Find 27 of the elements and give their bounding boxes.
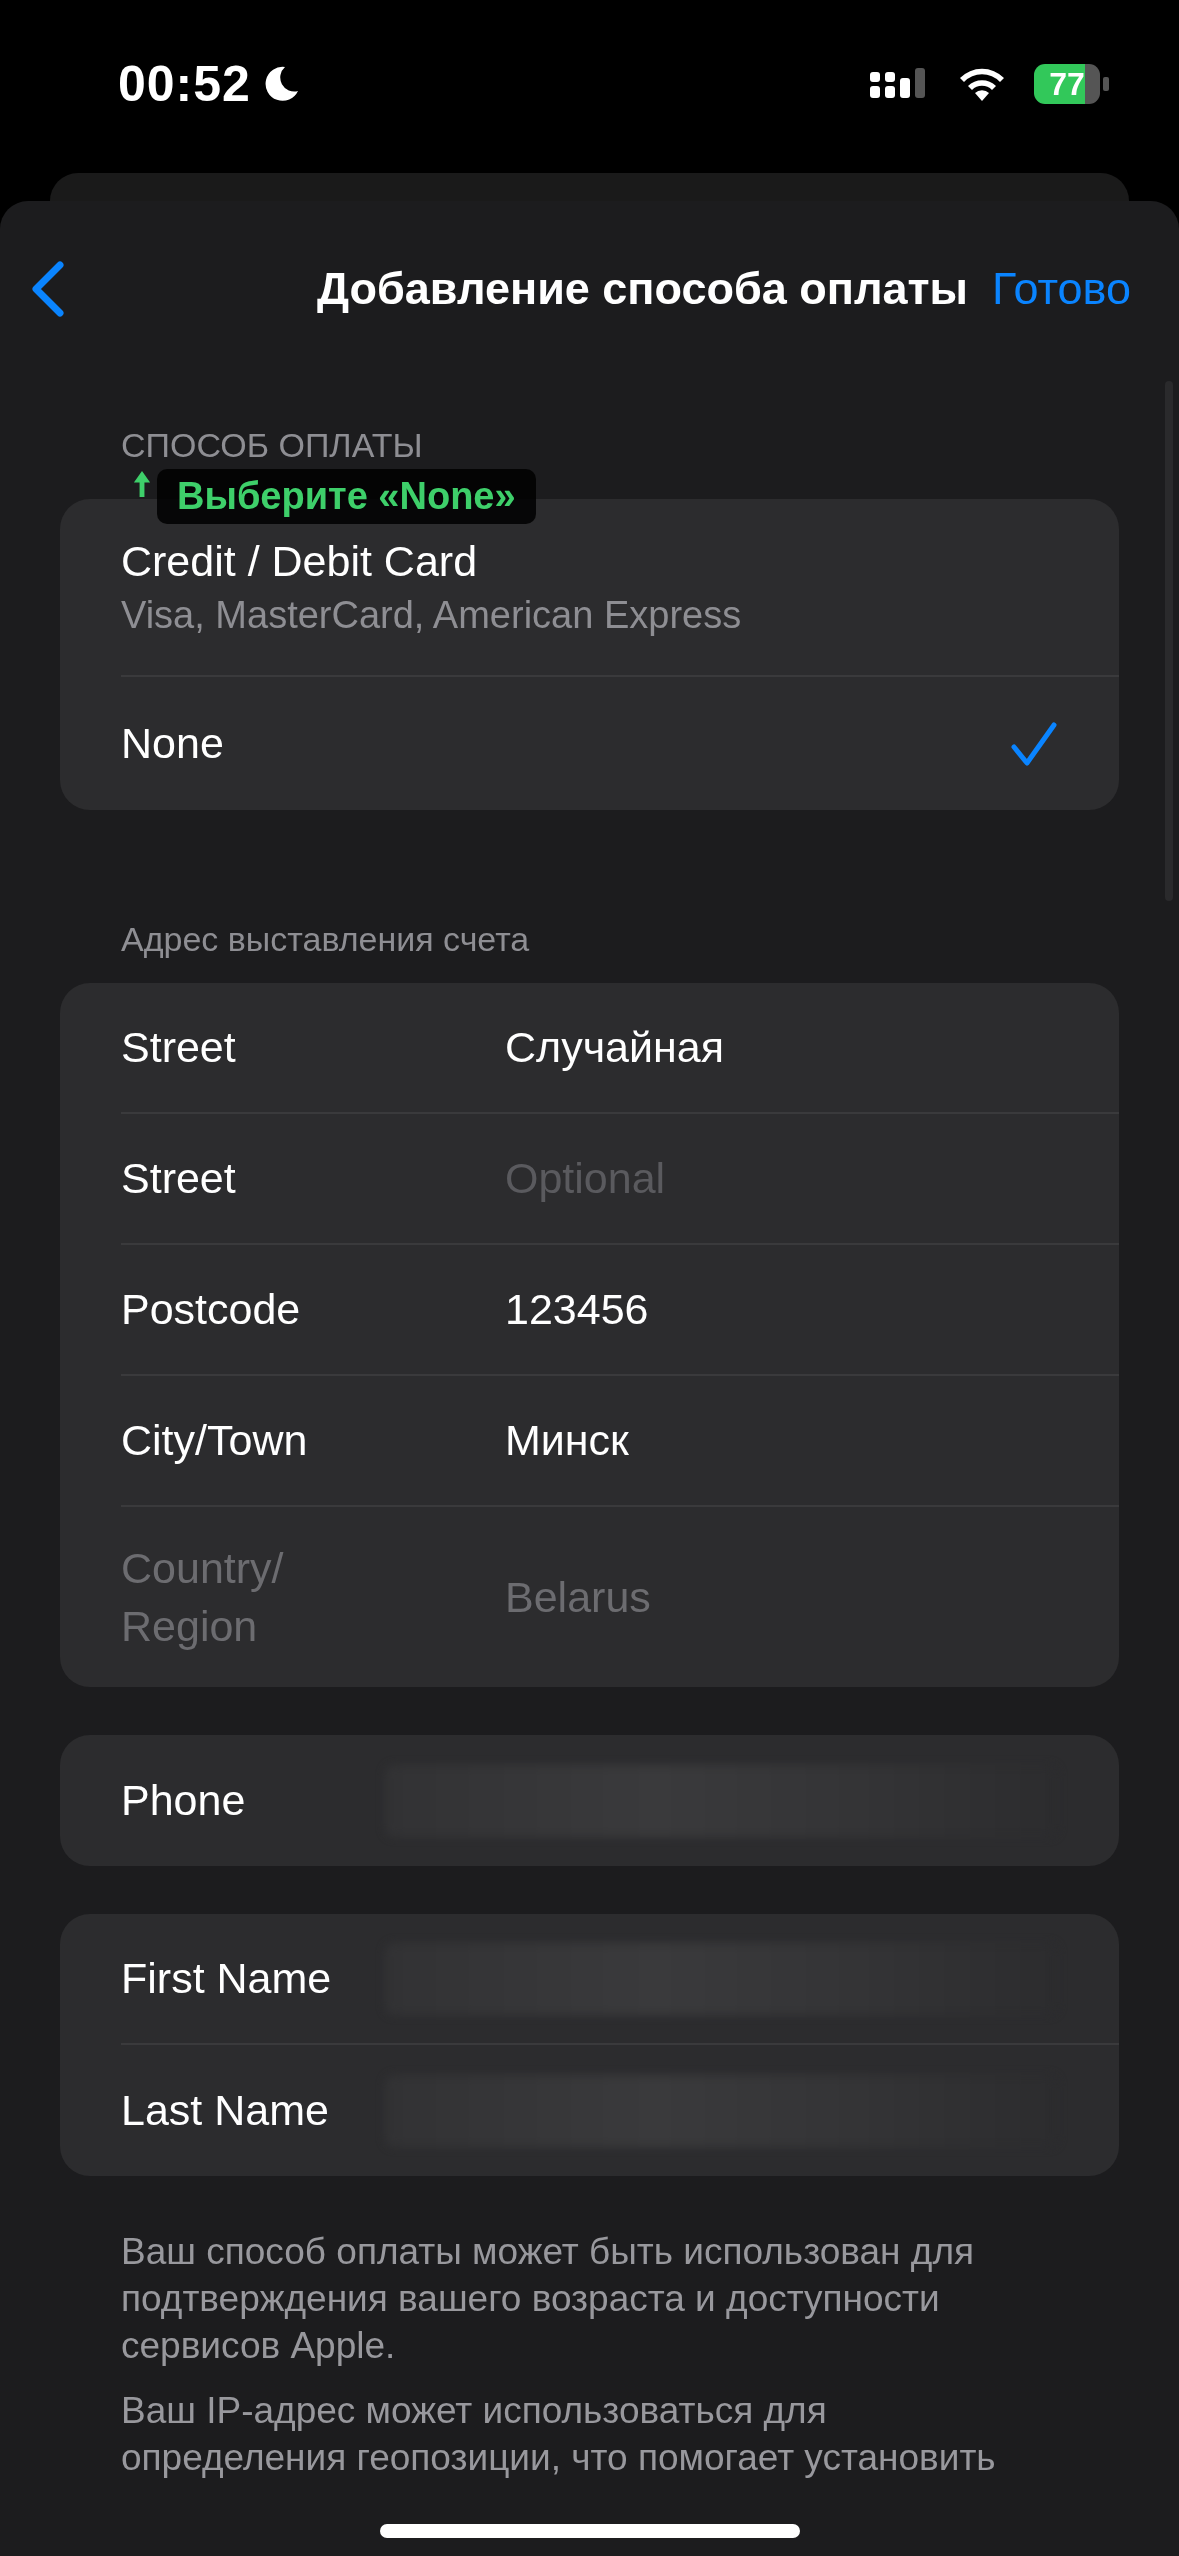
checkmark-icon [1010, 720, 1058, 767]
done-button[interactable]: Готово [992, 262, 1131, 315]
hint-label: Выберите «None» [157, 469, 536, 524]
section-header: Адрес выставления счета [121, 920, 531, 959]
screen-title: Добавление способа оплаты [315, 262, 970, 315]
option-label: Credit / Debit Card [121, 537, 478, 586]
info-text: Ваш способ оплаты может быть использован для подтверждения вашего возраста и доступности сервисов Apple. [120, 2230, 975, 2368]
field-label: Phone [121, 1775, 246, 1827]
option-label: None [121, 719, 224, 768]
field-label: Last Name [121, 2085, 329, 2137]
battery-tip-icon [1103, 77, 1109, 91]
field-label: Street [121, 1022, 236, 1074]
input-field[interactable]: Минск [505, 1416, 1059, 1465]
option-subtitle: Visa, MasterCard, American Express [121, 594, 742, 637]
field-label: Country/Region [121, 1542, 285, 1652]
input-field[interactable]: Случайная [505, 1023, 1059, 1072]
field-label: City/Town [121, 1415, 308, 1467]
clock: 00:52 [118, 55, 251, 113]
info-text: Ваш IP-адрес может использоваться для определения геопозиции, что помогает установить [120, 2389, 997, 2480]
section-header: СПОСОБ ОПЛАТЫ [121, 426, 424, 465]
field-label: Postcode [121, 1284, 301, 1336]
payment-option[interactable]: None [121, 677, 1119, 810]
field-label: First Name [121, 1953, 332, 2005]
arrow-icon [132, 471, 152, 497]
battery-icon: 77 [1034, 64, 1100, 104]
field-label: Street [121, 1153, 236, 1205]
input-field[interactable]: 123456 [505, 1285, 1059, 1334]
